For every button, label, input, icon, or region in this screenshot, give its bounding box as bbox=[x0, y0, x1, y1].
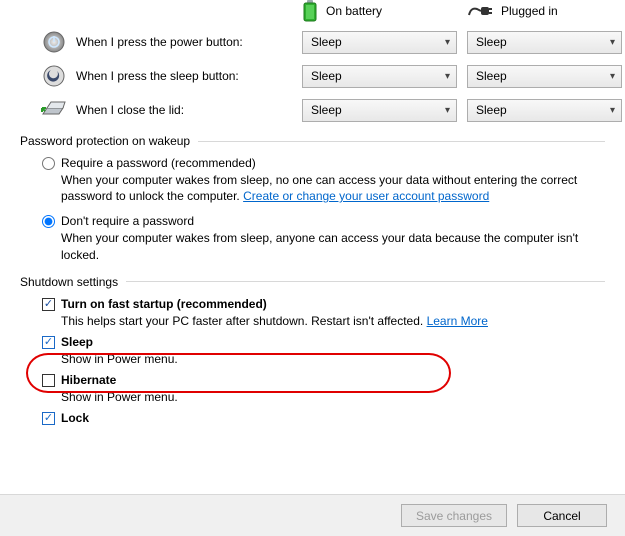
checkbox-lock[interactable]: ✓ Lock bbox=[42, 411, 605, 425]
dont-require-password-desc: When your computer wakes from sleep, any… bbox=[20, 230, 590, 262]
sleep-desc: Show in Power menu. bbox=[20, 351, 590, 367]
chevron-down-icon: ▾ bbox=[610, 105, 615, 116]
sleep-battery-select[interactable]: Sleep ▾ bbox=[302, 65, 457, 88]
link-learn-more[interactable]: Learn More bbox=[427, 314, 488, 328]
require-password-desc: When your computer wakes from sleep, no … bbox=[20, 172, 590, 204]
plug-icon bbox=[467, 3, 493, 19]
lid-battery-value: Sleep bbox=[311, 103, 342, 117]
sleep-plugged-select[interactable]: Sleep ▾ bbox=[467, 65, 622, 88]
radio-dont-require-password-label: Don't require a password bbox=[61, 214, 194, 228]
chevron-down-icon: ▾ bbox=[610, 71, 615, 82]
col-header-battery: On battery bbox=[302, 0, 457, 22]
sleep-plugged-value: Sleep bbox=[476, 69, 507, 83]
power-button-label: When I press the power button: bbox=[76, 35, 302, 49]
chevron-down-icon: ▾ bbox=[445, 71, 450, 82]
power-button-icon bbox=[40, 30, 68, 54]
battery-icon bbox=[302, 0, 318, 22]
col-header-battery-label: On battery bbox=[326, 4, 382, 18]
col-header-plugged-label: Plugged in bbox=[501, 4, 558, 18]
power-plugged-value: Sleep bbox=[476, 35, 507, 49]
sleep-button-icon bbox=[40, 64, 68, 88]
lid-icon bbox=[40, 98, 68, 122]
checkbox-sleep-label: Sleep bbox=[61, 335, 93, 349]
radio-require-password-input[interactable] bbox=[42, 157, 55, 170]
footer-bar: Save changes Cancel bbox=[0, 494, 625, 536]
fast-startup-desc: This helps start your PC faster after sh… bbox=[20, 313, 590, 329]
sleep-button-label: When I press the sleep button: bbox=[76, 69, 302, 83]
lid-plugged-value: Sleep bbox=[476, 103, 507, 117]
radio-dont-require-password[interactable]: Don't require a password bbox=[42, 214, 605, 228]
checkbox-icon-checked: ✓ bbox=[42, 298, 55, 311]
chevron-down-icon: ▾ bbox=[445, 37, 450, 48]
checkbox-fast-startup[interactable]: ✓ Turn on fast startup (recommended) bbox=[42, 297, 605, 311]
checkbox-sleep[interactable]: ✓ Sleep bbox=[42, 335, 605, 349]
hibernate-desc: Show in Power menu. bbox=[20, 389, 590, 405]
power-battery-value: Sleep bbox=[311, 35, 342, 49]
section-password-protection: Password protection on wakeup bbox=[20, 134, 605, 148]
radio-dont-require-password-input[interactable] bbox=[42, 215, 55, 228]
power-battery-select[interactable]: Sleep ▾ bbox=[302, 31, 457, 54]
cancel-button[interactable]: Cancel bbox=[517, 504, 607, 527]
checkbox-hibernate-label: Hibernate bbox=[61, 373, 116, 387]
power-plugged-select[interactable]: Sleep ▾ bbox=[467, 31, 622, 54]
radio-require-password-label: Require a password (recommended) bbox=[61, 156, 256, 170]
checkbox-fast-startup-label: Turn on fast startup (recommended) bbox=[61, 297, 267, 311]
chevron-down-icon: ▾ bbox=[610, 37, 615, 48]
lid-plugged-select[interactable]: Sleep ▾ bbox=[467, 99, 622, 122]
lid-label: When I close the lid: bbox=[76, 103, 302, 117]
section-shutdown-settings: Shutdown settings bbox=[20, 275, 605, 289]
col-header-plugged: Plugged in bbox=[467, 3, 622, 19]
checkbox-icon-checked: ✓ bbox=[42, 412, 55, 425]
lid-battery-select[interactable]: Sleep ▾ bbox=[302, 99, 457, 122]
save-changes-button[interactable]: Save changes bbox=[401, 504, 507, 527]
link-create-password[interactable]: Create or change your user account passw… bbox=[243, 189, 489, 203]
checkbox-lock-label: Lock bbox=[61, 411, 89, 425]
checkbox-icon-unchecked bbox=[42, 374, 55, 387]
checkbox-icon-checked: ✓ bbox=[42, 336, 55, 349]
radio-require-password[interactable]: Require a password (recommended) bbox=[42, 156, 605, 170]
checkbox-hibernate[interactable]: Hibernate bbox=[42, 373, 605, 387]
chevron-down-icon: ▾ bbox=[445, 105, 450, 116]
sleep-battery-value: Sleep bbox=[311, 69, 342, 83]
